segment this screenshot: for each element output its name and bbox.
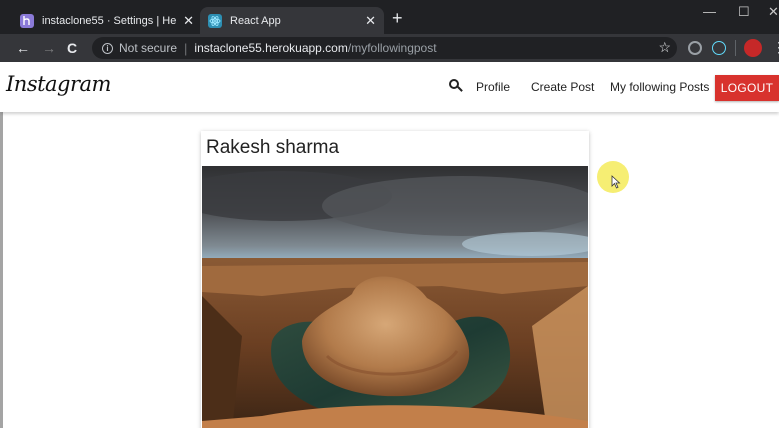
toolbar-divider <box>735 40 736 56</box>
react-favicon-icon <box>208 13 222 28</box>
heroku-favicon-icon <box>20 13 34 28</box>
window-close-icon[interactable]: ✕ <box>768 4 779 20</box>
post-author-name[interactable]: Rakesh sharma <box>206 137 339 159</box>
app-navbar: Instagram Profile Create Post My followi… <box>0 62 779 112</box>
back-button[interactable]: ← <box>16 39 30 57</box>
nav-link-create-post[interactable]: Create Post <box>531 80 594 94</box>
tab-close-icon[interactable]: ✕ <box>365 13 376 29</box>
profile-avatar-icon[interactable] <box>744 39 762 57</box>
post-image <box>202 166 588 428</box>
tab-title: instaclone55 · Settings | Heroku <box>42 14 177 27</box>
info-icon[interactable]: i <box>102 42 113 54</box>
logout-button[interactable]: LOGOUT <box>715 75 779 101</box>
security-status: Not secure <box>119 41 178 55</box>
browser-menu-icon[interactable]: ⋮ <box>772 39 779 56</box>
bookmark-star-icon[interactable]: ☆ <box>658 39 671 56</box>
post-card: Rakesh sharma <box>201 131 589 428</box>
react-devtools-icon[interactable] <box>712 41 726 55</box>
url-host: instaclone55.herokuapp.com <box>194 41 348 55</box>
address-separator: | <box>184 40 188 56</box>
extension-icon[interactable] <box>688 41 702 55</box>
brand-logo[interactable]: Instagram <box>6 72 111 96</box>
new-tab-button[interactable]: + <box>392 9 403 27</box>
mouse-cursor-icon <box>611 175 621 189</box>
tab-title: React App <box>230 14 281 27</box>
browser-toolbar: ← → C i Not secure | instaclone55.heroku… <box>0 34 779 62</box>
browser-tab-strip: instaclone55 · Settings | Heroku ✕ React… <box>0 0 779 34</box>
window-edge <box>0 112 3 428</box>
url-path: /myfollowingpost <box>347 41 437 55</box>
tab-heroku-settings[interactable]: instaclone55 · Settings | Heroku ✕ <box>12 7 202 34</box>
search-icon[interactable] <box>449 79 463 92</box>
tab-close-icon[interactable]: ✕ <box>183 13 194 29</box>
nav-link-profile[interactable]: Profile <box>476 80 510 94</box>
forward-button[interactable]: → <box>42 39 56 57</box>
tab-react-app[interactable]: React App ✕ <box>200 7 384 34</box>
reload-button[interactable]: C <box>67 39 77 57</box>
maximize-icon[interactable]: ☐ <box>738 4 750 20</box>
nav-link-following-posts[interactable]: My following Posts <box>610 80 709 94</box>
minimize-icon[interactable]: — <box>703 4 716 19</box>
address-bar[interactable]: i Not secure | instaclone55.herokuapp.co… <box>92 37 677 59</box>
